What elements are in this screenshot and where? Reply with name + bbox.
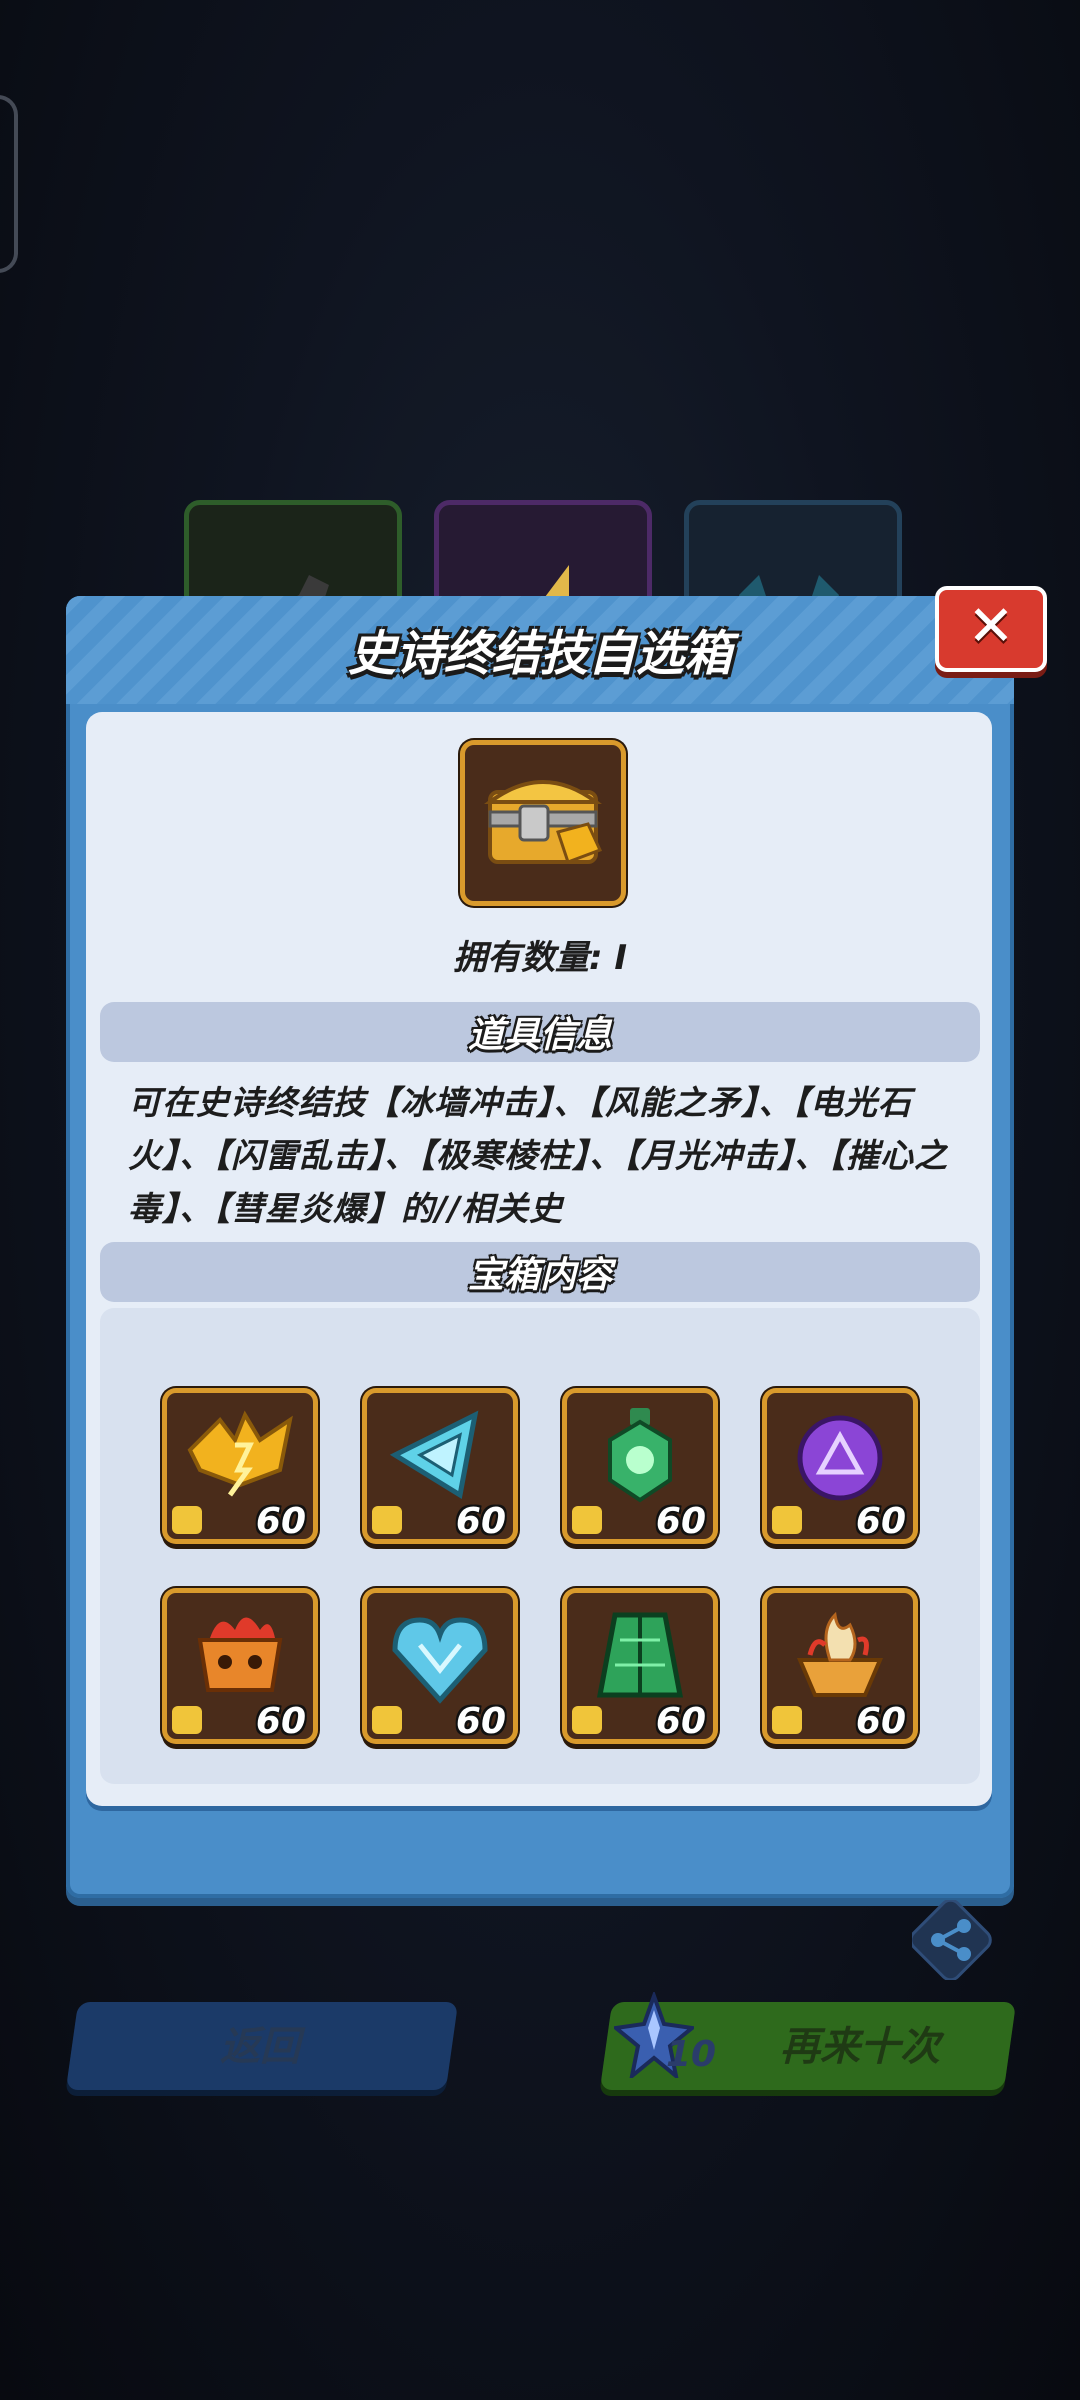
draw-cost: 10 — [666, 2034, 717, 2075]
item-quantity: 60 — [455, 1701, 506, 1742]
draw-ten-button-label: 再来十次 — [780, 2024, 940, 2070]
item-quantity: 60 — [655, 1501, 706, 1542]
section-header-contents: 宝箱内容 — [100, 1242, 980, 1302]
item-quantity: 60 — [855, 1701, 906, 1742]
owned-count: 拥有数量: I — [452, 938, 628, 978]
item-description[interactable]: 可在史诗终结技【冰墙冲击】、【风能之矛】、【电光石火】、【闪雷乱击】、【极寒棱柱… — [128, 1076, 948, 1232]
reward-item[interactable]: 60 — [762, 1388, 918, 1544]
item-quantity: 60 — [255, 1501, 306, 1542]
item-quantity: 60 — [255, 1701, 306, 1742]
side-tab — [0, 95, 18, 273]
item-quantity: 60 — [455, 1501, 506, 1542]
puzzle-piece-icon — [372, 1506, 402, 1534]
reward-item[interactable]: 60 — [162, 1588, 318, 1744]
treasure-chest-icon — [460, 740, 626, 906]
puzzle-piece-icon — [172, 1706, 202, 1734]
section-header-contents-label: 宝箱内容 — [467, 1255, 612, 1296]
reward-item[interactable]: 60 — [362, 1388, 518, 1544]
puzzle-piece-icon — [572, 1506, 602, 1534]
reward-item[interactable]: 60 — [562, 1588, 718, 1744]
reward-item[interactable]: 60 — [762, 1588, 918, 1744]
puzzle-piece-icon — [172, 1506, 202, 1534]
reward-item[interactable]: 60 — [162, 1388, 318, 1544]
section-header-info-label: 道具信息 — [467, 1015, 612, 1056]
puzzle-piece-icon — [772, 1706, 802, 1734]
item-quantity: 60 — [855, 1501, 906, 1542]
puzzle-piece-icon — [372, 1706, 402, 1734]
reward-item[interactable]: 60 — [562, 1388, 718, 1544]
share-icon[interactable] — [912, 1900, 992, 1980]
close-button[interactable]: ✕ — [935, 586, 1047, 672]
item-quantity: 60 — [655, 1701, 706, 1742]
close-icon: ✕ — [967, 594, 1015, 659]
reward-item[interactable]: 60 — [362, 1588, 518, 1744]
back-button-label: 返回 — [220, 2024, 300, 2070]
puzzle-piece-icon — [572, 1706, 602, 1734]
puzzle-piece-icon — [772, 1506, 802, 1534]
section-header-info: 道具信息 — [100, 1002, 980, 1062]
modal-title: 史诗终结技自选箱 — [347, 626, 732, 682]
